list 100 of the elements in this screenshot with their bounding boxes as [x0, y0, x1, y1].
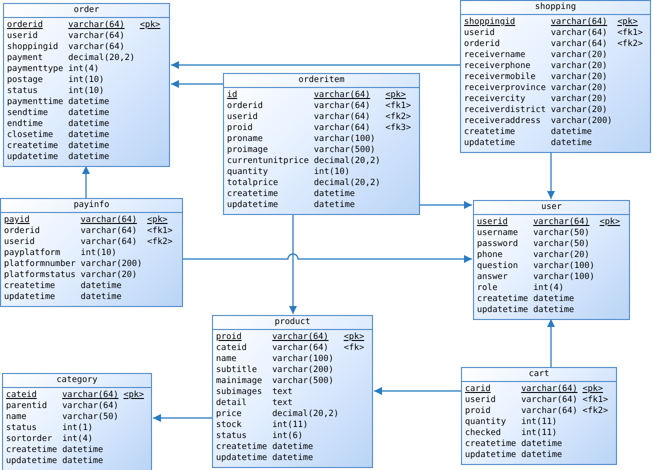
column-name: price — [216, 409, 243, 420]
column-type: varchar(64) — [68, 31, 126, 42]
column-name: shoppingid — [464, 17, 516, 28]
column-type: datetime — [521, 450, 564, 461]
column-name: quantity — [465, 417, 507, 428]
column-type: varchar(20) — [550, 105, 608, 116]
column-type: int(10) — [68, 75, 106, 86]
column-name: updatetime — [216, 453, 268, 464]
column-name: receiverdistrict — [464, 105, 546, 116]
relationship-arrow — [420, 201, 472, 209]
column-type: datetime — [533, 294, 576, 305]
column-type: datetime — [68, 130, 110, 141]
column-type: varchar(64) — [80, 215, 138, 226]
column-type: varchar(20) — [550, 50, 608, 61]
column-name: cateid — [6, 390, 38, 401]
column-type: varchar(100) — [314, 134, 376, 145]
key-label: <fk3> — [385, 123, 412, 134]
column-type: varchar(64) — [521, 384, 578, 395]
column-name: payplatform — [4, 248, 62, 259]
column-name: endtime — [7, 119, 44, 130]
key-label: <fk2> — [617, 39, 643, 50]
column-name: answer — [477, 272, 509, 283]
column-type: varchar(64) — [62, 390, 118, 401]
column-type: decimal(20,2) — [314, 178, 380, 189]
column-name: shoppingid — [7, 42, 60, 53]
column-name: receivermobile — [464, 72, 537, 83]
column-name: userid — [7, 31, 39, 42]
column-name: createtime — [6, 445, 58, 456]
column-type: int(10) — [68, 86, 106, 97]
column-type: varchar(64) — [533, 217, 590, 228]
column-type: varchar(20) — [533, 250, 590, 261]
column-type: datetime — [314, 200, 356, 211]
column-name: updatetime — [464, 138, 516, 149]
column-name: status — [7, 86, 39, 97]
column-type: varchar(20) — [80, 270, 138, 281]
column-name: payid — [4, 215, 31, 226]
column-name: createtime — [216, 442, 268, 453]
column-type: datetime — [80, 292, 123, 303]
column-type: datetime — [62, 445, 104, 456]
column-type: varchar(500) — [272, 376, 335, 387]
column-name: quantity — [227, 167, 269, 178]
key-label: <pk> — [344, 332, 364, 343]
column-name: orderid — [227, 101, 264, 112]
column-name: userid — [227, 112, 259, 123]
key-label: <fk2> — [385, 112, 412, 123]
column-type: int(6) — [272, 431, 304, 442]
column-type: int(11) — [521, 428, 558, 439]
table-title: orderitem — [298, 75, 345, 85]
column-type: varchar(100) — [533, 261, 595, 272]
column-type: int(10) — [314, 167, 351, 178]
column-name: updatetime — [6, 456, 58, 467]
column-name: platformstatus — [4, 270, 76, 281]
table-title: payinfo — [74, 200, 110, 210]
column-type: varchar(64) — [314, 112, 372, 123]
column-type: varchar(500) — [314, 145, 376, 156]
column-name: closetime — [7, 130, 54, 141]
column-type: datetime — [80, 281, 123, 292]
column-type: varchar(64) — [272, 343, 330, 354]
column-type: varchar(50) — [533, 239, 590, 250]
column-name: receiverprovince — [464, 83, 546, 94]
column-type: datetime — [272, 442, 314, 453]
column-type: varchar(64) — [80, 237, 138, 248]
column-name: question — [477, 261, 519, 272]
column-type: datetime — [68, 119, 110, 130]
column-name: updatetime — [465, 450, 516, 461]
column-name: payment — [7, 53, 44, 64]
column-type: varchar(64) — [314, 101, 372, 112]
column-name: userid — [477, 217, 509, 228]
column-type: datetime — [533, 305, 576, 316]
relationship-arrow — [153, 414, 212, 422]
column-name: proid — [227, 123, 254, 134]
column-name: password — [477, 239, 519, 250]
key-label: <pk> — [123, 390, 144, 401]
column-type: varchar(200) — [80, 259, 142, 270]
column-type: datetime — [68, 141, 110, 152]
column-name: subimages — [216, 387, 264, 398]
column-name: platformnumber — [4, 259, 76, 270]
column-type: decimal(20,2) — [272, 409, 339, 420]
column-name: orderid — [7, 20, 44, 31]
column-type: varchar(64) — [521, 395, 578, 406]
column-name: createtime — [465, 439, 516, 450]
column-type: datetime — [68, 108, 110, 119]
column-type: varchar(100) — [272, 354, 335, 365]
column-type: varchar(64) — [62, 401, 118, 412]
column-type: varchar(64) — [521, 406, 578, 417]
column-type: varchar(64) — [272, 332, 330, 343]
column-name: receiverphone — [464, 61, 532, 72]
column-name: receiveraddress — [464, 116, 542, 127]
column-type: varchar(64) — [68, 20, 126, 31]
column-type: varchar(64) — [68, 42, 126, 53]
column-type: datetime — [550, 127, 593, 138]
column-name: updatetime — [4, 292, 56, 303]
column-name: username — [477, 228, 519, 239]
column-name: updatetime — [477, 305, 528, 316]
column-name: mainimage — [216, 376, 264, 387]
column-type: varchar(20) — [550, 61, 608, 72]
column-type: varchar(64) — [550, 28, 608, 39]
column-type: int(4) — [533, 283, 565, 294]
key-label: <fk1> — [582, 395, 608, 406]
column-type: datetime — [550, 138, 593, 149]
